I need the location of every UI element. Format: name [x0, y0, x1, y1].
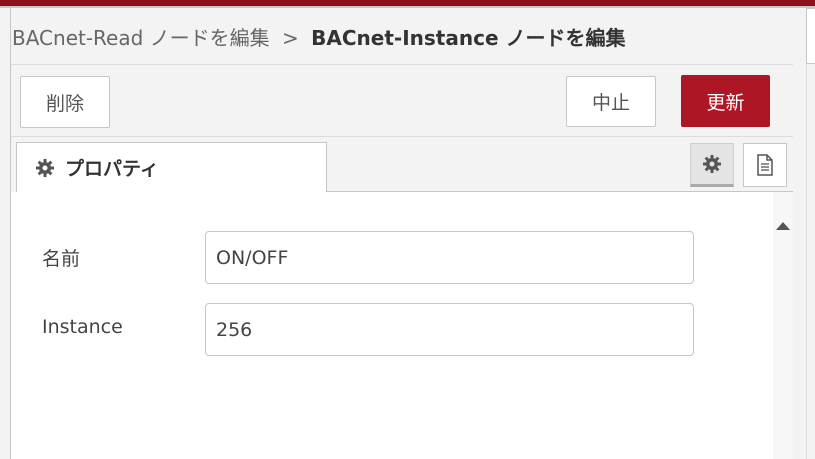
- breadcrumb-current: BACnet-Instance ノードを編集: [311, 26, 626, 50]
- tab-properties[interactable]: プロパティ: [16, 142, 327, 192]
- tray-header-divider: [11, 64, 793, 65]
- instance-label: Instance: [42, 316, 123, 338]
- scroll-up-arrow-icon[interactable]: [776, 222, 790, 230]
- scrollbar[interactable]: [773, 192, 793, 459]
- breadcrumb-parent[interactable]: BACnet-Read ノードを編集: [12, 26, 270, 50]
- gear-icon: [703, 155, 721, 173]
- breadcrumb-separator: >: [282, 26, 299, 50]
- delete-button[interactable]: 削除: [20, 76, 110, 128]
- cancel-button[interactable]: 中止: [566, 76, 656, 127]
- breadcrumb: BACnet-Read ノードを編集 > BACnet-Instance ノード…: [12, 22, 625, 51]
- gear-icon: [36, 158, 54, 177]
- sidebar-divider: [806, 64, 807, 459]
- document-icon: [757, 154, 773, 176]
- name-input[interactable]: [205, 231, 694, 284]
- sidebar-tab[interactable]: [806, 8, 815, 64]
- name-label: 名前: [42, 248, 81, 270]
- instance-input[interactable]: [205, 303, 694, 356]
- tab-properties-label: プロパティ: [65, 158, 159, 180]
- update-button[interactable]: 更新: [681, 75, 770, 127]
- description-tab-button[interactable]: [743, 143, 787, 187]
- sidebar-edge: [794, 8, 815, 459]
- settings-tab-button[interactable]: [690, 143, 734, 187]
